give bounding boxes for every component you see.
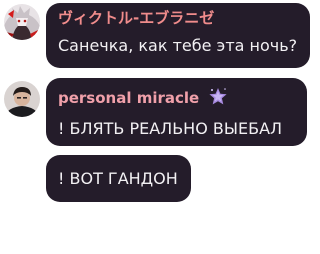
- message-bubble[interactable]: ! ВОТ ГАНДОН: [46, 155, 191, 202]
- message-text: Санечка, как тебе эта ночь?: [58, 36, 298, 55]
- message-bubble[interactable]: ヴィクトル-エブラニゼ Санечка, как тебе эта ночь?: [46, 3, 310, 68]
- message-text: ! ВОТ ГАНДОН: [58, 169, 178, 188]
- photo-avatar-icon: [4, 81, 40, 117]
- avatar[interactable]: [4, 4, 40, 40]
- chat-message: personal miracle ! БЛЯТЬ РЕАЛЬНО ВЫЕБАЛ: [0, 76, 320, 150]
- author-name[interactable]: ヴィクトル-エブラニゼ: [58, 9, 299, 27]
- message-bubble[interactable]: personal miracle ! БЛЯТЬ РЕАЛЬНО ВЫЕБАЛ: [46, 78, 307, 146]
- message-text: ! БЛЯТЬ РЕАЛЬНО ВЫЕБАЛ: [58, 119, 283, 138]
- avatar[interactable]: [4, 81, 40, 117]
- author-name-row: personal miracle: [58, 87, 296, 110]
- anime-avatar-icon: [4, 4, 40, 40]
- chat-message: ヴィクトル-エブラニゼ Санечка, как тебе эта ночь?: [0, 0, 320, 72]
- chat-message: ! ВОТ ГАНДОН: [0, 154, 320, 206]
- author-name[interactable]: personal miracle: [58, 89, 199, 107]
- sparkle-star-icon: [208, 87, 228, 110]
